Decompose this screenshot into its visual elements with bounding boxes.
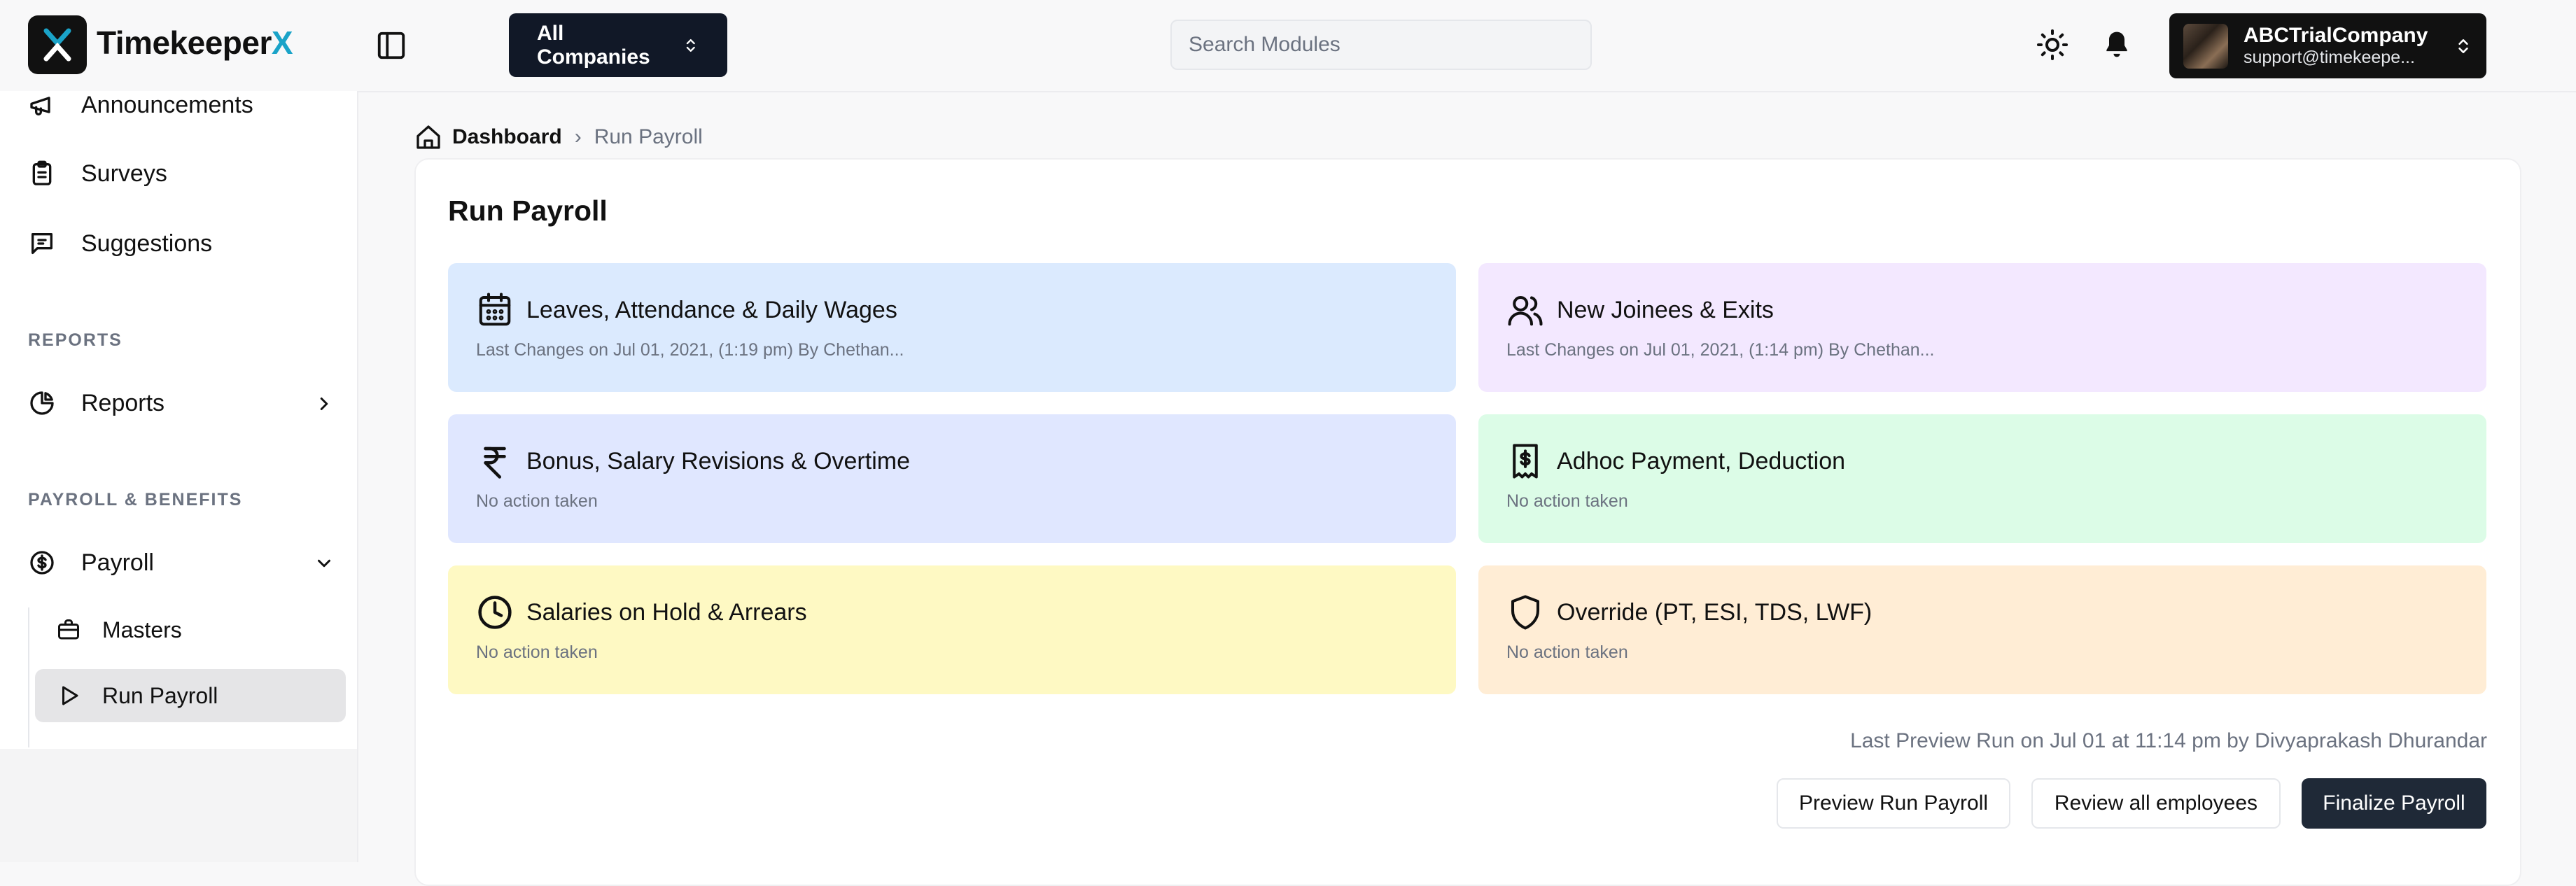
sidebar-item-label: Payroll	[81, 549, 154, 576]
play-icon	[62, 686, 78, 705]
section-label-payroll: PAYROLL & BENEFITS	[28, 490, 243, 509]
finalize-payroll-button[interactable]: Finalize Payroll	[2302, 778, 2486, 829]
account-email: support@timekeepe...	[2244, 48, 2415, 67]
account-name: ABCTrialCompany	[2244, 24, 2428, 47]
breadcrumb: Dashboard › Run Payroll	[414, 123, 703, 151]
sidebar-item-announcements[interactable]: Announcements	[28, 91, 253, 133]
sidebar-subitem-masters[interactable]: Masters	[35, 603, 346, 656]
account-switcher[interactable]: ABCTrialCompany support@timekeepe...	[2169, 13, 2486, 78]
review-all-employees-button[interactable]: Review all employees	[2031, 778, 2281, 829]
logo-x-icon	[43, 28, 71, 62]
calendar-icon	[479, 293, 511, 326]
chevron-right-icon[interactable]	[314, 393, 335, 414]
sidebar-item-surveys[interactable]: Surveys	[28, 146, 167, 202]
sidebar-subitem-run-payroll[interactable]: Run Payroll	[35, 669, 346, 722]
bell-icon[interactable]	[2101, 29, 2135, 63]
card-title: Adhoc Payment, Deduction	[1557, 447, 1846, 474]
last-preview-run-text: Last Preview Run on Jul 01 at 11:14 pm b…	[1850, 729, 2487, 752]
search-placeholder: Search Modules	[1189, 33, 1340, 56]
dollar-circle-icon	[30, 551, 54, 575]
top-bar: TimekeeperX All Companies Search Modules…	[0, 0, 2576, 92]
shield-icon	[1511, 595, 1540, 630]
receipt-icon	[1513, 444, 1538, 479]
search-input[interactable]: Search Modules	[1170, 20, 1592, 70]
app-logo[interactable]	[28, 15, 87, 74]
sidebar-item-payroll[interactable]: Payroll	[28, 535, 336, 591]
sidebar-item-label: Reports	[81, 389, 165, 416]
pie-chart-icon	[30, 391, 54, 415]
card-subtitle: Last Changes on Jul 01, 2021, (1:19 pm) …	[476, 340, 904, 360]
card-title: Override (PT, ESI, TDS, LWF)	[1557, 598, 1872, 626]
preview-run-payroll-button[interactable]: Preview Run Payroll	[1777, 778, 2010, 829]
breadcrumb-separator-icon: ›	[574, 125, 582, 148]
sidebar: Announcements Surveys Suggestions REPORT…	[0, 91, 358, 749]
home-icon[interactable]	[414, 123, 442, 151]
chevron-down-icon[interactable]	[314, 553, 335, 574]
card-subtitle: Last Changes on Jul 01, 2021, (1:14 pm) …	[1506, 340, 1935, 360]
avatar	[2183, 23, 2228, 69]
company-select-label: All Companies	[537, 21, 650, 69]
rupee-icon	[484, 446, 506, 479]
sidebar-item-reports[interactable]: Reports	[28, 375, 336, 431]
clipboard-icon	[32, 160, 52, 185]
submenu-guide-line	[28, 607, 29, 747]
sidebar-item-label: Suggestions	[81, 230, 213, 257]
chevrons-up-down-icon	[687, 38, 696, 52]
card-adhoc-payment[interactable]: Adhoc Payment, Deduction No action taken	[1478, 414, 2486, 543]
app-name: TimekeeperX	[97, 24, 293, 61]
sidebar-item-label: Announcements	[81, 91, 253, 118]
page-title: Run Payroll	[448, 195, 608, 227]
breadcrumb-dashboard-link[interactable]: Dashboard	[452, 125, 562, 149]
card-subtitle: No action taken	[1506, 642, 1628, 662]
card-subtitle: No action taken	[476, 642, 598, 662]
message-square-icon	[31, 233, 53, 254]
card-subtitle: No action taken	[1506, 491, 1628, 511]
card-salaries-on-hold[interactable]: Salaries on Hold & Arrears No action tak…	[448, 565, 1456, 694]
clock-icon	[478, 596, 512, 629]
sidebar-footer-area	[0, 749, 358, 862]
card-title: Bonus, Salary Revisions & Overtime	[526, 447, 910, 474]
briefcase-icon	[58, 619, 79, 640]
card-new-joinees-exits[interactable]: New Joinees & Exits Last Changes on Jul …	[1478, 263, 2486, 392]
card-title: Salaries on Hold & Arrears	[526, 598, 807, 626]
chevrons-up-down-icon	[2458, 38, 2468, 53]
card-bonus-salary-revisions[interactable]: Bonus, Salary Revisions & Overtime No ac…	[448, 414, 1456, 543]
card-title: New Joinees & Exits	[1557, 296, 1774, 323]
sidebar-toggle-icon[interactable]	[375, 29, 407, 62]
card-override[interactable]: Override (PT, ESI, TDS, LWF) No action t…	[1478, 565, 2486, 694]
company-select[interactable]: All Companies	[509, 13, 727, 77]
sidebar-item-suggestions[interactable]: Suggestions	[28, 216, 212, 272]
sidebar-subitem-label: Run Payroll	[102, 682, 218, 708]
users-icon	[1508, 295, 1543, 326]
card-subtitle: No action taken	[476, 491, 598, 511]
breadcrumb-current: Run Payroll	[594, 125, 703, 148]
sidebar-item-label: Surveys	[81, 160, 167, 187]
card-title: Leaves, Attendance & Daily Wages	[526, 296, 897, 323]
card-leaves-attendance[interactable]: Leaves, Attendance & Daily Wages Last Ch…	[448, 263, 1456, 392]
section-label-reports: REPORTS	[28, 330, 122, 350]
theme-toggle-icon[interactable]	[2036, 28, 2069, 62]
sidebar-subitem-label: Masters	[102, 617, 182, 642]
megaphone-icon	[30, 97, 50, 115]
